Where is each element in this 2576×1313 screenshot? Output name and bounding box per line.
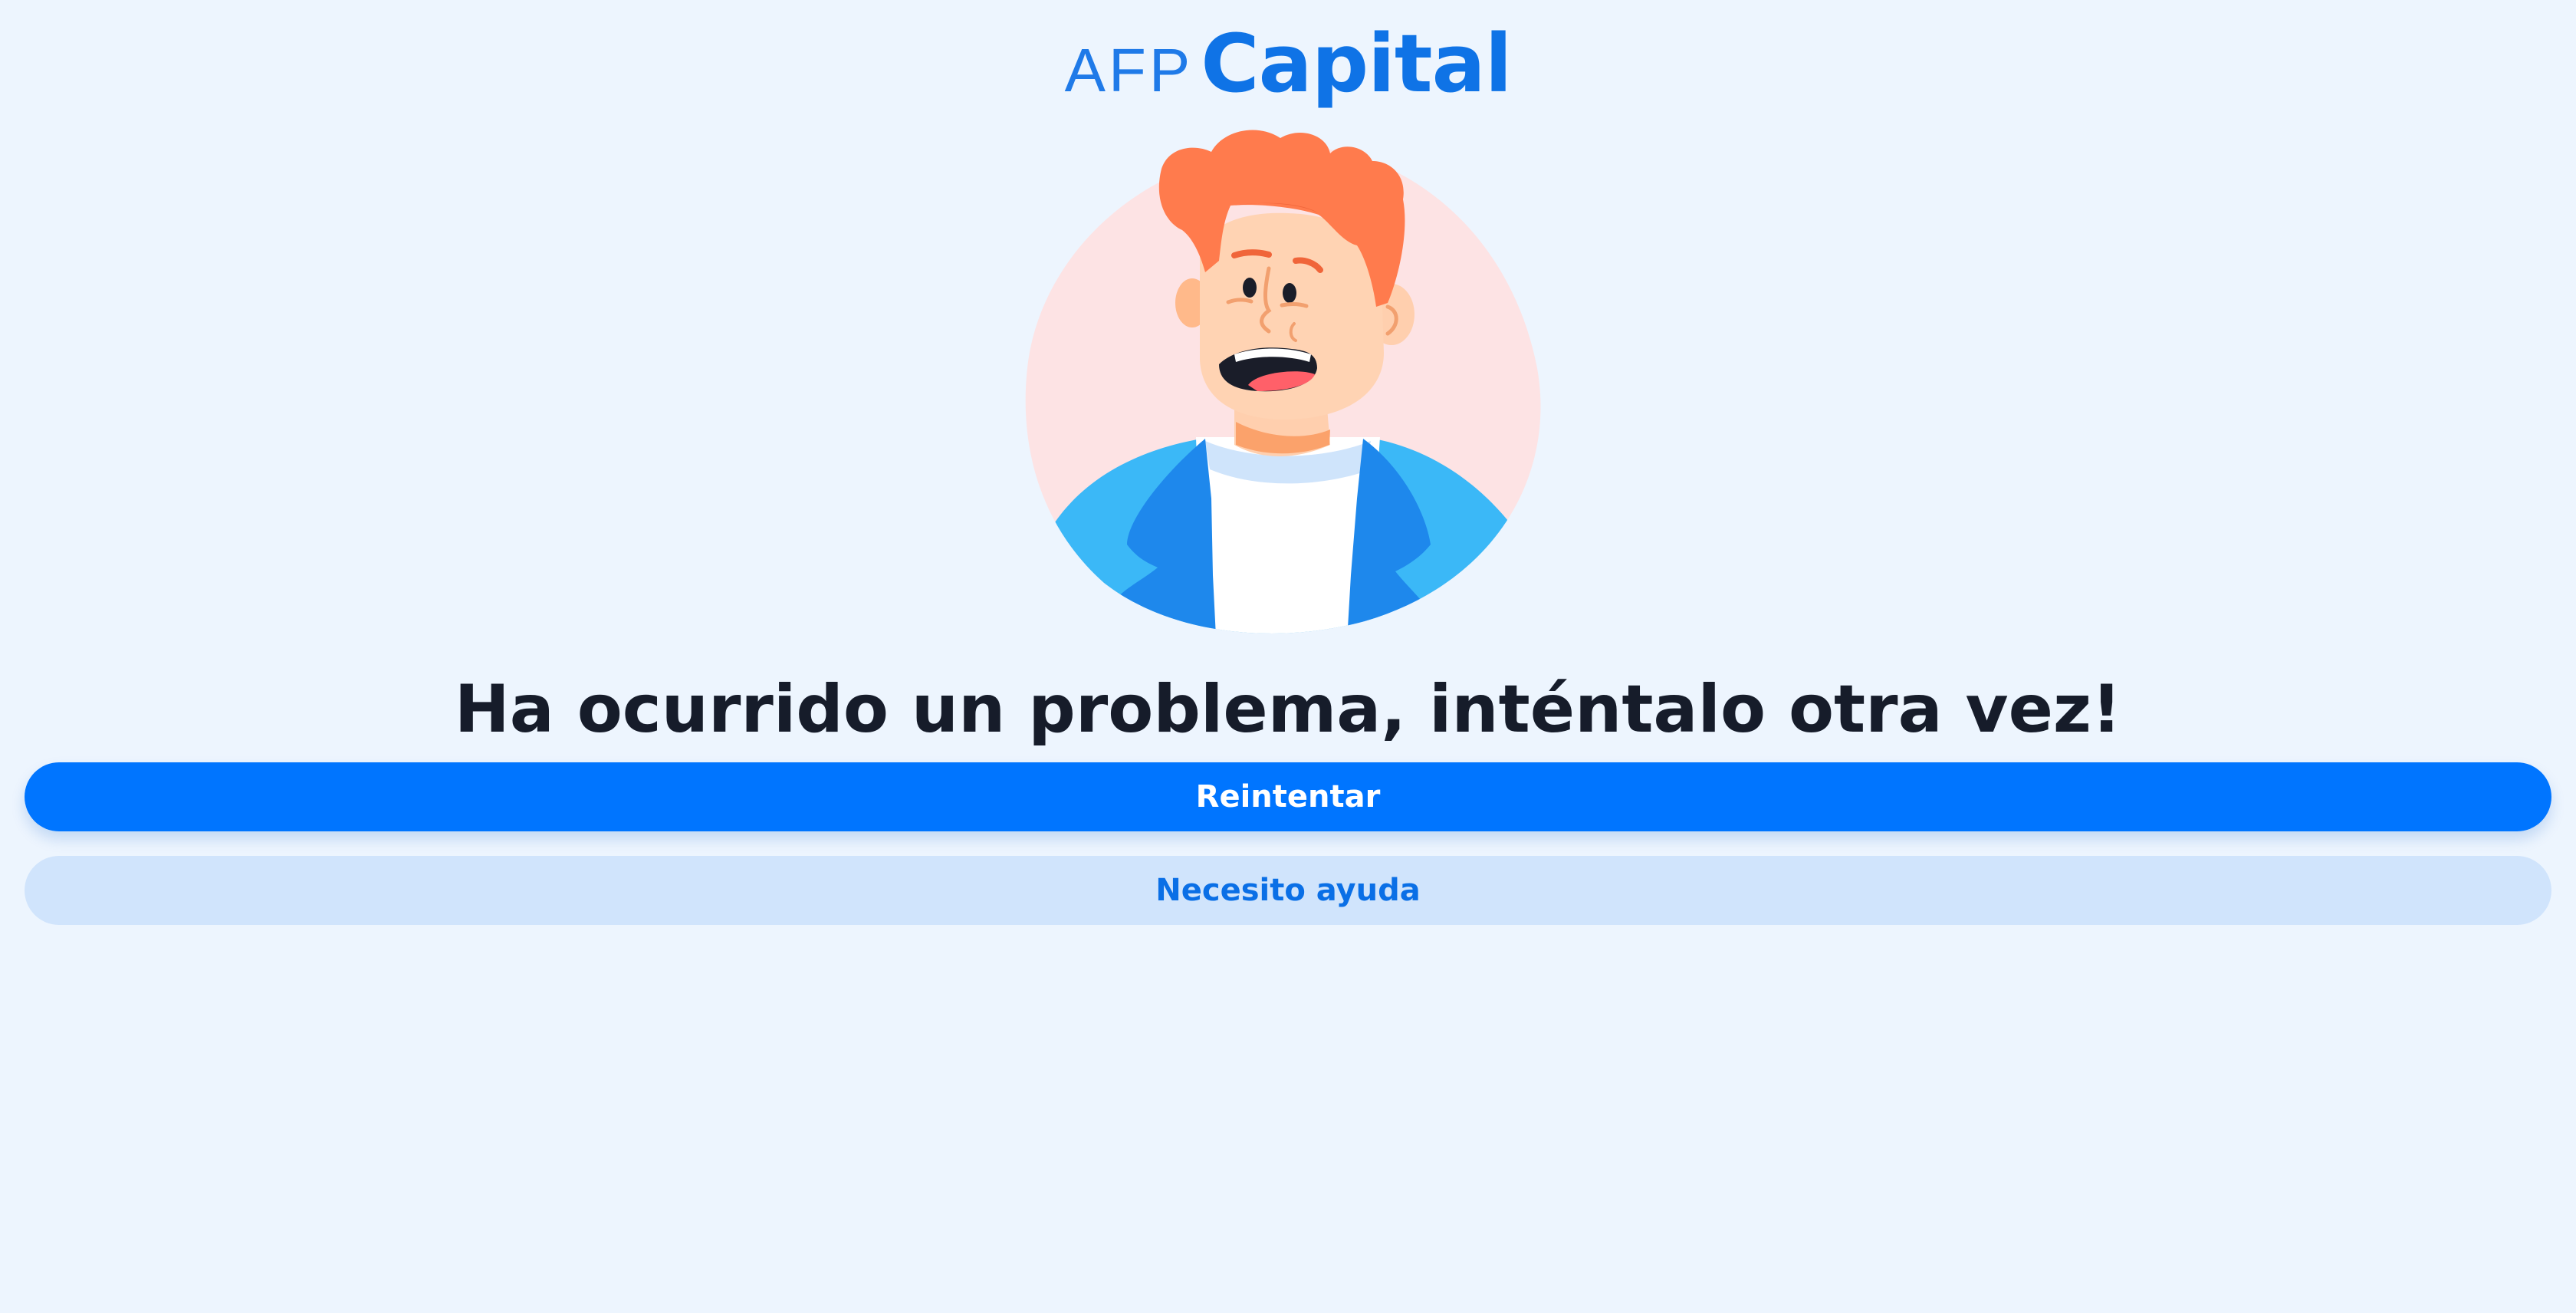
error-message-title: Ha ocurrido un problema, inténtalo otra … — [454, 671, 2122, 748]
brand-prefix: AFP — [1064, 36, 1194, 104]
help-button[interactable]: Necesito ayuda — [25, 856, 2551, 925]
retry-button[interactable]: Reintentar — [25, 762, 2551, 831]
right-eye — [1283, 283, 1296, 303]
brand-logo: AFPCapital — [0, 17, 2576, 110]
brand-name: Capital — [1201, 17, 1512, 110]
left-eye — [1243, 278, 1257, 298]
worried-person-illustration — [1025, 130, 1541, 633]
